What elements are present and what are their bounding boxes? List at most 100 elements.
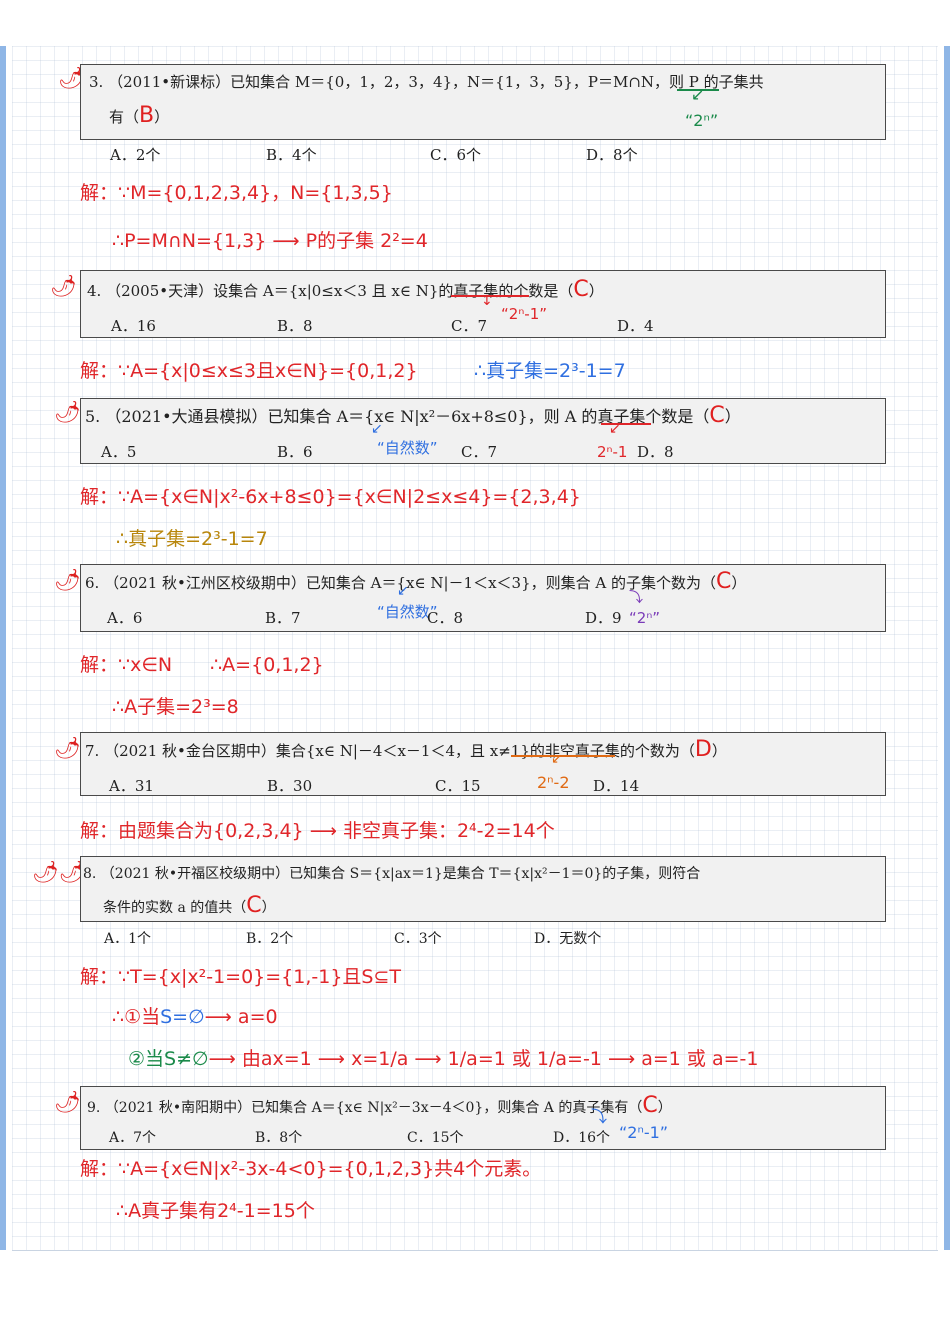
question-3-option-c: C．6个 bbox=[430, 146, 482, 164]
question-6-option-d: D．9 bbox=[585, 609, 622, 627]
question-9-stem-text: 9. （2021 秋•南阳期中）已知集合 A＝{x∈ N|x²－3x－4＜0}，… bbox=[87, 1100, 643, 1116]
question-7-box: 7. （2021 秋•金台区期中）集合{x∈ N|－4＜x－1＜4，且 x≠1}… bbox=[80, 732, 886, 796]
question-7-stem-text: 7. （2021 秋•金台区期中）集合{x∈ N|－4＜x－1＜4，且 x≠1}… bbox=[85, 742, 695, 760]
question-7-option-d: D．14 bbox=[593, 777, 640, 795]
question-6-note-formula: “2ⁿ” bbox=[629, 609, 661, 627]
question-7-option-c: C．15 bbox=[435, 777, 481, 795]
question-6-option-c: C．8 bbox=[427, 609, 464, 627]
question-4-option-a: A．16 bbox=[111, 317, 156, 335]
question-7-answer: D bbox=[694, 737, 712, 762]
question-5-answer: C bbox=[709, 403, 725, 428]
right-edge-bar bbox=[944, 46, 950, 1250]
question-8-case1-condition: S=∅ bbox=[160, 1006, 205, 1028]
question-3-solution-line1: 解：∵M={0,1,2,3,4}，N={1,3,5} bbox=[80, 182, 393, 204]
question-8-case2-condition: ②当S≠∅ bbox=[128, 1048, 209, 1070]
question-8-box: 8. （2021 秋•开福区校级期中）已知集合 S＝{x|ax＝1}是集合 T＝… bbox=[80, 856, 886, 922]
question-3-stem: 3. （2011•新课标）已知集合 M＝{0，1，2，3，4}，N＝{1，3，5… bbox=[89, 73, 764, 91]
question-6-solution-line2: ∴A子集=2³=8 bbox=[112, 696, 239, 718]
question-5-option-b: B．6 bbox=[277, 443, 313, 461]
question-9-box: 9. （2021 秋•南阳期中）已知集合 A＝{x∈ N|x²－3x－4＜0}，… bbox=[80, 1086, 886, 1150]
question-5-solution-line1: 解：∵A={x∈N|x²-6x+8≤0}={x∈N|2≤x≤4}={2,3,4} bbox=[80, 486, 581, 508]
question-9-option-a: A．7个 bbox=[109, 1130, 157, 1146]
question-6-stem: 6. （2021 秋•江州区校级期中）已知集合 A＝{x∈ N|－1＜x＜3}，… bbox=[85, 569, 746, 594]
left-edge-bar bbox=[0, 46, 6, 1250]
question-8-option-b: B．2个 bbox=[246, 931, 294, 947]
question-4-option-b: B．8 bbox=[277, 317, 313, 335]
question-8-option-d: D．无数个 bbox=[534, 931, 602, 947]
page-bottom-divider bbox=[12, 1250, 938, 1251]
question-9-stem: 9. （2021 秋•南阳期中）已知集合 A＝{x∈ N|x²－3x－4＜0}，… bbox=[87, 1093, 672, 1118]
question-4-stem-text: 4. （2005•天津）设集合 A＝{x|0≤x＜3 且 x∈ N}的真子集的个… bbox=[87, 282, 574, 300]
question-4-stem-suffix: ） bbox=[588, 282, 604, 300]
down-arrow-icon: ↙ bbox=[551, 751, 563, 767]
question-9-solution-line2: ∴A真子集有2⁴-1=15个 bbox=[116, 1200, 315, 1222]
question-9-note-formula: “2ⁿ-1” bbox=[619, 1123, 669, 1142]
question-9-option-b: B．8个 bbox=[255, 1130, 303, 1146]
question-6-stem-suffix: ） bbox=[731, 574, 747, 592]
question-4-note: “2ⁿ-1” bbox=[501, 305, 548, 323]
question-4-answer: C bbox=[573, 277, 589, 302]
question-4-solution-result: ∴真子集=2³-1=7 bbox=[474, 360, 626, 382]
down-arrow-icon: ↓ bbox=[481, 293, 493, 309]
question-7-option-a: A．31 bbox=[109, 777, 154, 795]
question-3-answer: B bbox=[139, 103, 155, 128]
question-3-stem-line2: 有（B） bbox=[109, 103, 169, 128]
question-3-box: 3. （2011•新课标）已知集合 M＝{0，1，2，3，4}，N＝{1，3，5… bbox=[80, 64, 886, 140]
pepper-icon: 🌶 bbox=[50, 274, 77, 298]
pepper-icon: 🌶 bbox=[54, 400, 81, 424]
question-8-option-a: A．1个 bbox=[104, 931, 152, 947]
question-8-answer: C bbox=[246, 893, 262, 918]
question-6-option-b: B．7 bbox=[265, 609, 301, 627]
question-8-solution-line2: ∴①当S=∅⟶ a=0 bbox=[112, 1002, 278, 1029]
question-7-underline bbox=[511, 755, 615, 757]
question-6-answer: C bbox=[716, 569, 732, 594]
question-3-option-a: A．2个 bbox=[110, 146, 161, 164]
question-4-stem: 4. （2005•天津）设集合 A＝{x|0≤x＜3 且 x∈ N}的真子集的个… bbox=[87, 277, 604, 302]
question-3-option-b: B．4个 bbox=[266, 146, 317, 164]
question-4-option-c: C．7 bbox=[451, 317, 488, 335]
question-8-stem-prefix: 条件的实数 a 的值共（ bbox=[103, 900, 247, 916]
question-3-stem-prefix: 有（ bbox=[109, 108, 140, 126]
question-9-answer: C bbox=[642, 1093, 658, 1118]
question-7-note-formula: 2ⁿ-2 bbox=[537, 773, 570, 792]
question-9-option-c: C．15个 bbox=[407, 1130, 464, 1146]
question-5-option-d: D．8 bbox=[637, 443, 674, 461]
question-8-case2-result: ⟶ 由ax=1 ⟶ x=1/a ⟶ 1/a=1 或 1/a=-1 ⟶ a=1 或… bbox=[208, 1048, 759, 1070]
question-8-case1-result: ⟶ a=0 bbox=[204, 1006, 278, 1028]
question-3-solution-line2: ∴P=M∩N={1,3} ⟶ P的子集 2²=4 bbox=[112, 230, 428, 252]
question-7-option-b: B．30 bbox=[267, 777, 313, 795]
question-4-solution: 解：∵A={x|0≤x≤3且x∈N}={0,1,2} bbox=[80, 360, 418, 382]
question-3-option-d: D．8个 bbox=[586, 146, 638, 164]
pepper-icon: 🌶🌶 bbox=[32, 860, 86, 884]
question-8-stem: 8. （2021 秋•开福区校级期中）已知集合 S＝{x|ax＝1}是集合 T＝… bbox=[83, 866, 701, 882]
down-arrow-icon: ↙ bbox=[691, 85, 705, 104]
question-8-stem-suffix: ） bbox=[261, 900, 276, 916]
question-7-stem: 7. （2021 秋•金台区期中）集合{x∈ N|－4＜x－1＜4，且 x≠1}… bbox=[85, 737, 727, 762]
question-5-option-a: A．5 bbox=[101, 443, 137, 461]
question-9-solution-line1: 解：∵A={x∈N|x²-3x-4<0}={0,1,2,3}共4个元素。 bbox=[80, 1158, 542, 1180]
question-4-box: 4. （2005•天津）设集合 A＝{x|0≤x＜3 且 x∈ N}的真子集的个… bbox=[80, 270, 886, 338]
question-8-option-c: C．3个 bbox=[394, 931, 442, 947]
pepper-icon: 🌶 bbox=[54, 736, 81, 760]
question-3-stem-suffix: ） bbox=[154, 108, 170, 126]
question-4-option-d: D．4 bbox=[617, 317, 654, 335]
curved-arrow-icon: ⤵ bbox=[591, 1107, 608, 1126]
question-5-note-formula: 2ⁿ-1 bbox=[597, 443, 628, 461]
question-9-option-d: D．16个 bbox=[553, 1130, 611, 1146]
pepper-icon: 🌶 bbox=[54, 568, 81, 592]
question-6-solution-line1: 解：∵x∈N ∴A={0,1,2} bbox=[80, 654, 324, 676]
question-5-note-natural: “自然数” bbox=[377, 439, 438, 457]
question-3-note: “2ⁿ” bbox=[685, 111, 719, 130]
question-8-stem-line2: 条件的实数 a 的值共（C） bbox=[103, 893, 276, 918]
question-8-case1-label: ∴①当 bbox=[112, 1006, 161, 1028]
question-5-box: 5. （2021•大通县模拟）已知集合 A＝{x∈ N|x²－6x+8≤0}，则… bbox=[80, 398, 886, 464]
question-8-solution-line3: ②当S≠∅⟶ 由ax=1 ⟶ x=1/a ⟶ 1/a=1 或 1/a=-1 ⟶ … bbox=[128, 1044, 758, 1071]
pepper-icon: 🌶 bbox=[54, 1090, 81, 1114]
question-6-box: 6. （2021 秋•江州区校级期中）已知集合 A＝{x∈ N|－1＜x＜3}，… bbox=[80, 564, 886, 632]
question-8-solution-line1: 解：∵T={x|x²-1=0}={1,-1}且S⊆T bbox=[80, 966, 402, 988]
question-6-option-a: A．6 bbox=[107, 609, 143, 627]
question-7-stem-suffix: ） bbox=[711, 742, 727, 760]
question-9-stem-suffix: ） bbox=[657, 1100, 672, 1116]
question-5-option-c: C．7 bbox=[461, 443, 498, 461]
down-arrow-icon: ↙ bbox=[397, 583, 409, 599]
